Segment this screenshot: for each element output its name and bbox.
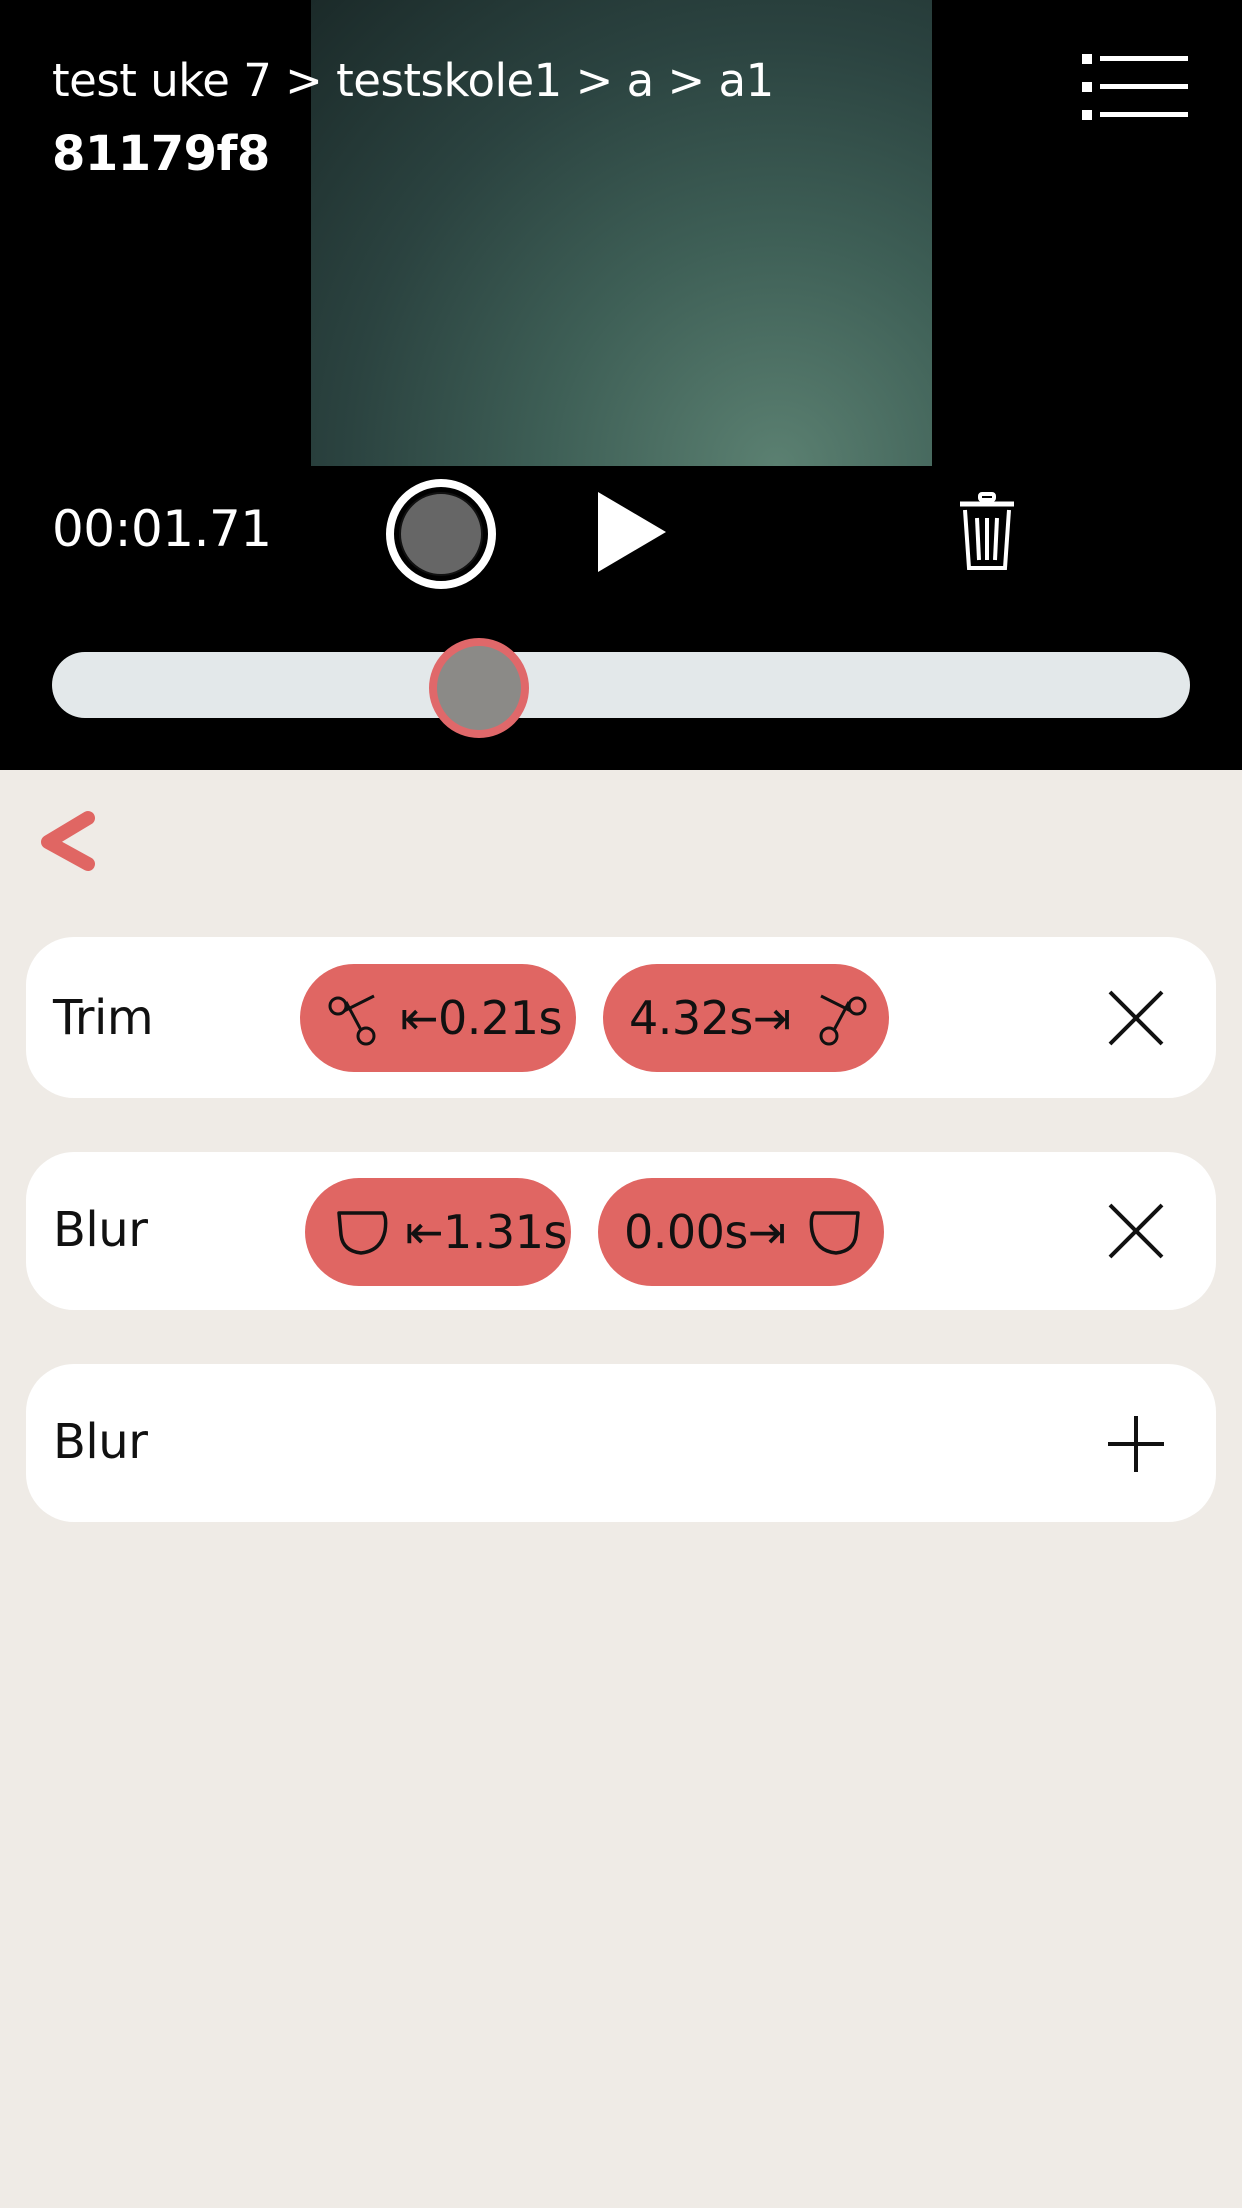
trim-start-value: ⇤0.21s — [400, 991, 562, 1045]
playback-time: 00:01.71 — [52, 500, 272, 558]
back-button[interactable] — [36, 810, 98, 872]
video-id: 81179f8 — [52, 126, 270, 182]
scrubber-track[interactable] — [52, 638, 1190, 738]
close-icon — [1108, 1203, 1164, 1259]
menu-icon[interactable] — [1078, 52, 1190, 122]
breadcrumb[interactable]: test uke 7 > testskole1 > a > a1 — [52, 54, 774, 107]
close-icon — [1108, 990, 1164, 1046]
trim-start-button[interactable]: ⇤0.21s — [300, 964, 576, 1072]
player-panel: test uke 7 > testskole1 > a > a1 81179f8… — [0, 0, 1242, 770]
trim-end-button[interactable]: 4.32s⇥ — [603, 964, 889, 1072]
add-blur-row[interactable]: Blur — [26, 1364, 1216, 1522]
blur-start-value: ⇤1.31s — [405, 1205, 567, 1259]
remove-trim-button[interactable] — [1106, 988, 1166, 1048]
scissors-icon — [328, 994, 376, 1046]
plus-icon — [1108, 1416, 1164, 1472]
chevron-left-icon — [41, 811, 95, 871]
record-icon — [399, 492, 483, 576]
trim-row: Trim ⇤0.21s 4.32s⇥ — [26, 937, 1216, 1098]
scissors-icon — [819, 994, 867, 1046]
blur-drop-icon — [337, 1211, 388, 1255]
blur-row: Blur ⇤1.31s 0.00s⇥ — [26, 1152, 1216, 1310]
trim-label: Trim — [53, 990, 154, 1046]
blur-label: Blur — [53, 1202, 148, 1258]
remove-blur-button[interactable] — [1106, 1201, 1166, 1261]
blur-end-button[interactable]: 0.00s⇥ — [598, 1178, 884, 1286]
trim-end-value: 4.32s⇥ — [629, 991, 791, 1045]
add-blur-button[interactable] — [1106, 1414, 1166, 1474]
blur-start-button[interactable]: ⇤1.31s — [305, 1178, 571, 1286]
delete-button[interactable] — [958, 492, 1016, 572]
play-icon — [598, 492, 666, 572]
trash-icon — [960, 492, 1014, 570]
play-button[interactable] — [596, 490, 668, 574]
blur-end-value: 0.00s⇥ — [624, 1205, 786, 1259]
record-button[interactable] — [386, 479, 496, 589]
add-blur-label: Blur — [53, 1414, 148, 1470]
scrubber-handle[interactable] — [428, 638, 529, 738]
blur-drop-icon — [809, 1211, 860, 1255]
